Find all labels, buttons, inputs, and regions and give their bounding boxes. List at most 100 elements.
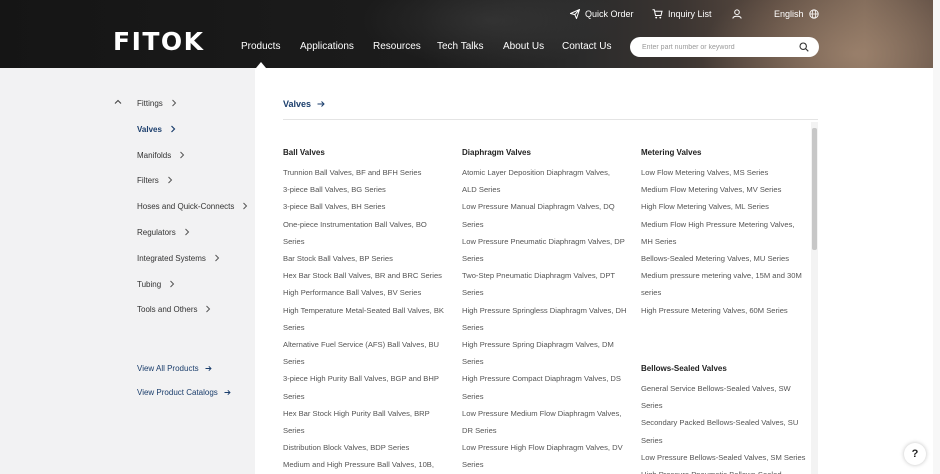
product-link[interactable]: Secondary Packed Bellows-Sealed Valves, … (641, 414, 813, 431)
product-link[interactable]: Series (641, 432, 813, 449)
divider (283, 119, 818, 120)
product-link[interactable]: ALD Series (462, 181, 634, 198)
product-link[interactable]: Series (283, 353, 455, 370)
sidebar-item-filters[interactable]: Filters (137, 175, 173, 185)
chevron-up-icon[interactable] (114, 98, 122, 106)
product-link[interactable]: Series (462, 284, 634, 301)
column-title[interactable]: Ball Valves (283, 147, 455, 159)
product-link[interactable]: Medium pressure metering valve, 15M and … (641, 267, 813, 284)
product-link[interactable]: 3-piece Ball Valves, BH Series (283, 198, 455, 215)
product-link[interactable]: Alternative Fuel Service (AFS) Ball Valv… (283, 336, 455, 353)
help-button[interactable]: ? (904, 443, 926, 465)
sidebar-item-integrated-systems[interactable]: Integrated Systems (137, 253, 220, 263)
product-link[interactable]: High Pressure Compact Diaphragm Valves, … (462, 370, 634, 387)
view-product-catalogs-link[interactable]: View Product Catalogs (137, 387, 231, 397)
language-selector[interactable]: English (774, 8, 819, 20)
product-link[interactable]: Low Pressure Bellows-Sealed Valves, SM S… (641, 449, 813, 466)
product-link[interactable]: MH Series (641, 233, 813, 250)
product-link[interactable]: Bar Stock Ball Valves, BP Series (283, 250, 455, 267)
product-link[interactable]: 3-piece High Purity Ball Valves, BGP and… (283, 370, 455, 387)
product-link[interactable]: Hex Bar Stock Ball Valves, BR and BRC Se… (283, 267, 455, 284)
nav-products[interactable]: Products (241, 41, 280, 68)
product-link[interactable]: Series (462, 456, 634, 473)
scrollbar-thumb[interactable] (812, 128, 817, 250)
cart-icon (652, 9, 663, 19)
nav-applications[interactable]: Applications (300, 41, 354, 53)
product-link[interactable]: Distribution Block Valves, BDP Series (283, 439, 455, 456)
column-title[interactable]: Bellows-Sealed Valves (641, 363, 813, 375)
product-link[interactable]: Series (462, 250, 634, 267)
product-link[interactable]: High Flow Metering Valves, ML Series (641, 198, 813, 215)
product-link[interactable]: High Temperature Metal-Seated Ball Valve… (283, 302, 455, 319)
product-link[interactable]: Bellows-Sealed Metering Valves, MU Serie… (641, 250, 813, 267)
product-link[interactable]: Series (283, 233, 455, 250)
product-link[interactable]: High Pressure Metering Valves, 60M Serie… (641, 302, 813, 319)
sidebar-item-label: Fittings (137, 98, 163, 108)
product-link[interactable]: Series (283, 388, 455, 405)
product-link[interactable]: Low Pressure Pneumatic Diaphragm Valves,… (462, 233, 634, 250)
product-link[interactable]: Series (462, 353, 634, 370)
product-link[interactable]: Trunnion Ball Valves, BF and BFH Series (283, 164, 455, 181)
product-link[interactable]: High Pressure Spring Diaphragm Valves, D… (462, 336, 634, 353)
sidebar-item-fittings[interactable]: Fittings (137, 98, 177, 108)
sidebar-item-label: Manifolds (137, 150, 172, 160)
product-link[interactable]: Series (283, 422, 455, 439)
product-link[interactable]: DR Series (462, 422, 634, 439)
column-title[interactable]: Metering Valves (641, 147, 813, 159)
chevron-right-icon (184, 228, 189, 236)
sidebar-item-valves[interactable]: Valves (137, 124, 176, 134)
product-link[interactable]: High Performance Ball Valves, BV Series (283, 284, 455, 301)
search-box (630, 37, 819, 57)
valves-heading-link[interactable]: Valves (283, 98, 325, 110)
product-link[interactable]: Atomic Layer Deposition Diaphragm Valves… (462, 164, 634, 181)
product-link[interactable]: 3-piece Ball Valves, BG Series (283, 181, 455, 198)
column-title[interactable]: Diaphragm Valves (462, 147, 634, 159)
quick-order-label: Quick Order (585, 9, 634, 19)
nav-resources[interactable]: Resources (373, 41, 421, 53)
search-icon[interactable] (799, 42, 809, 52)
product-link[interactable]: Low Flow Metering Valves, MS Series (641, 164, 813, 181)
nav-tech-talks[interactable]: Tech Talks (437, 41, 484, 53)
sidebar-item-label: Integrated Systems (137, 253, 206, 263)
inquiry-list-label: Inquiry List (668, 9, 712, 19)
sidebar-item-tools[interactable]: Tools and Others (137, 304, 211, 314)
quick-order-link[interactable]: Quick Order (570, 8, 634, 20)
product-link[interactable]: Low Pressure High Flow Diaphragm Valves,… (462, 439, 634, 456)
arrow-right-icon (205, 365, 212, 371)
nav-contact-us[interactable]: Contact Us (562, 41, 611, 53)
user-icon (732, 9, 742, 19)
search-input[interactable] (642, 43, 792, 51)
inquiry-list-link[interactable]: Inquiry List (652, 8, 712, 20)
product-link[interactable]: Medium Flow Metering Valves, MV Series (641, 181, 813, 198)
product-link[interactable]: High Pressure Pneumatic Bellows-Sealed (641, 466, 813, 474)
product-link[interactable]: Two-Step Pneumatic Diaphragm Valves, DPT (462, 267, 634, 284)
metering-valves-column: Metering Valves Low Flow Metering Valves… (641, 147, 813, 474)
sidebar-item-label: Filters (137, 175, 159, 185)
product-link[interactable]: Series (462, 216, 634, 233)
product-link[interactable]: Series (641, 397, 813, 414)
product-link[interactable]: Series (462, 319, 634, 336)
product-link[interactable]: Medium Flow High Pressure Metering Valve… (641, 216, 813, 233)
fitok-logo[interactable]: FITOK (113, 27, 205, 56)
sidebar-item-manifolds[interactable]: Manifolds (137, 150, 185, 160)
sidebar-item-tubing[interactable]: Tubing (137, 279, 175, 289)
sidebar-item-regulators[interactable]: Regulators (137, 227, 190, 237)
product-link[interactable]: series (641, 284, 813, 301)
nav-about-us[interactable]: About Us (503, 41, 544, 53)
product-link[interactable]: One-piece Instrumentation Ball Valves, B… (283, 216, 455, 233)
sidebar-item-hoses[interactable]: Hoses and Quick-Connects (137, 201, 248, 211)
product-link[interactable]: General Service Bellows-Sealed Valves, S… (641, 380, 813, 397)
page-scrollbar[interactable] (933, 0, 940, 474)
product-link[interactable]: Series (283, 319, 455, 336)
logo-text: FITOK (113, 27, 205, 56)
product-link[interactable]: Low Pressure Medium Flow Diaphragm Valve… (462, 405, 634, 422)
product-link[interactable]: Medium and High Pressure Ball Valves, 10… (283, 456, 455, 473)
product-link[interactable]: Series (462, 388, 634, 405)
product-link[interactable]: High Pressure Springless Diaphragm Valve… (462, 302, 634, 319)
account-button[interactable] (732, 8, 742, 20)
view-all-products-link[interactable]: View All Products (137, 363, 212, 373)
sidebar-item-label: Tools and Others (137, 304, 198, 314)
globe-icon (808, 9, 819, 19)
product-link[interactable]: Low Pressure Manual Diaphragm Valves, DQ (462, 198, 634, 215)
product-link[interactable]: Hex Bar Stock High Purity Ball Valves, B… (283, 405, 455, 422)
